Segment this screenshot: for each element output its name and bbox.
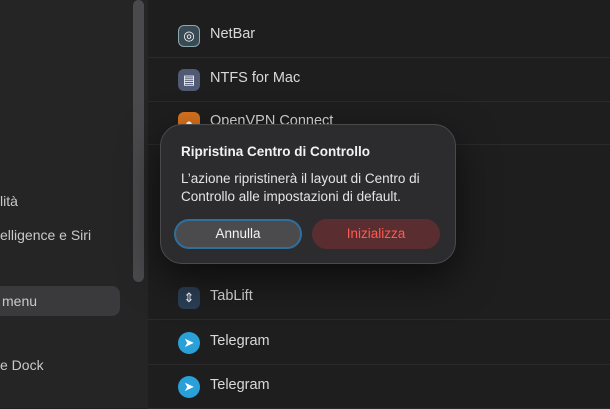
sidebar-item-desktop-dock[interactable]: e Dock <box>0 352 44 378</box>
sidebar-item-label: lità <box>0 193 18 209</box>
dialog-message: L’azione ripristinerà il layout di Centr… <box>181 171 420 204</box>
list-item[interactable]: ➤ Telegram <box>148 365 610 409</box>
app-name: Telegram <box>210 377 270 393</box>
cancel-button[interactable]: Annulla <box>174 219 302 249</box>
list-item[interactable]: ◎ NetBar <box>148 14 610 58</box>
app-name: NTFS for Mac <box>210 70 301 86</box>
list-item[interactable]: ▤ NTFS for Mac <box>148 58 610 102</box>
sidebar-item-label: e Dock <box>0 357 44 373</box>
dialog-title: Ripristina Centro di Controllo <box>181 144 370 159</box>
app-name: TabLift <box>210 288 253 304</box>
sidebar-item-accessibility[interactable]: lità <box>0 188 18 214</box>
reset-button[interactable]: Inizializza <box>312 219 440 249</box>
netbar-icon: ◎ <box>178 25 200 47</box>
app-name: Telegram <box>210 333 270 349</box>
list-item[interactable]: ➤ Telegram <box>148 321 610 365</box>
reset-control-center-dialog: Ripristina Centro di Controllo L’azione … <box>160 124 456 264</box>
sidebar-item-apple-intelligence[interactable]: elligence e Siri <box>0 222 91 248</box>
sidebar-item-label: elligence e Siri <box>0 227 92 243</box>
sidebar-item-label: menu <box>2 293 38 309</box>
sidebar-item-menu-bar[interactable]: menu <box>0 286 120 316</box>
telegram-icon: ➤ <box>178 332 200 354</box>
sidebar-scrollbar[interactable] <box>133 0 144 282</box>
app-name: NetBar <box>210 26 256 42</box>
ntfs-icon: ▤ <box>178 69 200 91</box>
sidebar: · lità elligence e Siri menu e Dock <box>0 0 149 408</box>
list-item[interactable]: ⇕ TabLift <box>148 276 610 320</box>
tablift-icon: ⇕ <box>178 287 200 309</box>
telegram-icon: ➤ <box>178 376 200 398</box>
